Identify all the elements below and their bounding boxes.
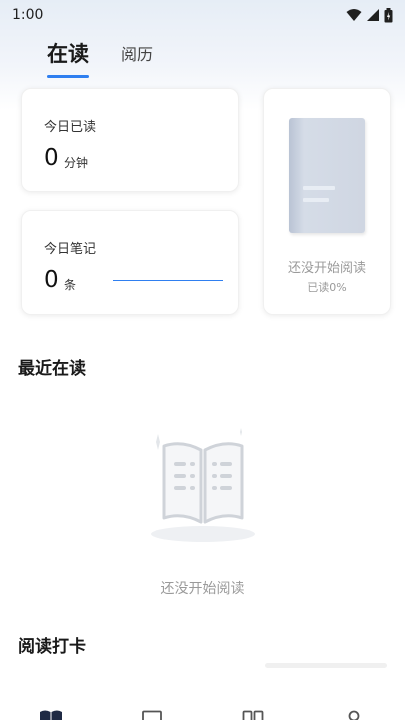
top-tabs: 在读 阅历 (47, 38, 153, 78)
tab-active-indicator (47, 75, 89, 78)
tab-reading[interactable]: 在读 (47, 38, 89, 78)
nav-profile-icon (348, 710, 360, 720)
today-notes-unit: 条 (64, 278, 77, 292)
status-bar: 1:00 (0, 0, 405, 30)
status-time: 1:00 (12, 7, 44, 23)
checkin-section-title: 阅读打卡 (18, 637, 86, 657)
nav-columns[interactable] (239, 706, 267, 720)
nav-bookshelf[interactable] (37, 706, 65, 720)
tab-reading-label: 在读 (47, 42, 89, 66)
book-progress: 已读0% (307, 281, 347, 294)
notes-trend-line (113, 280, 223, 281)
nav-book[interactable] (138, 706, 166, 720)
open-book-icon (151, 428, 255, 542)
checkin-card-edge (265, 663, 387, 668)
book-cover-line (303, 186, 335, 190)
today-read-label: 今日已读 (44, 120, 97, 135)
nav-book-icon (141, 710, 162, 720)
book-cover (289, 118, 365, 233)
bottom-nav (0, 690, 405, 720)
current-book-card[interactable]: 还没开始阅读 已读0% (263, 88, 391, 315)
book-cover-line (303, 198, 329, 202)
today-read-value: 0 (44, 145, 59, 171)
wifi-icon (346, 9, 362, 21)
nav-bookshelf-icon (39, 710, 62, 720)
status-icons (346, 7, 393, 23)
tab-history[interactable]: 阅历 (121, 41, 153, 68)
battery-icon (384, 7, 393, 22)
nav-columns-icon (242, 710, 264, 720)
today-notes-value: 0 (44, 267, 59, 293)
today-read-unit: 分钟 (64, 156, 89, 170)
recent-empty-text: 还没开始阅读 (160, 581, 245, 597)
book-status: 还没开始阅读 (287, 261, 366, 276)
tab-history-label: 阅历 (121, 45, 154, 64)
recent-section-title: 最近在读 (18, 359, 86, 379)
today-notes-label: 今日笔记 (44, 242, 97, 257)
signal-icon (367, 9, 379, 21)
nav-profile[interactable] (340, 706, 368, 720)
today-read-card[interactable]: 今日已读 0 分钟 (21, 88, 239, 192)
today-notes-card[interactable]: 今日笔记 0 条 (21, 210, 239, 315)
